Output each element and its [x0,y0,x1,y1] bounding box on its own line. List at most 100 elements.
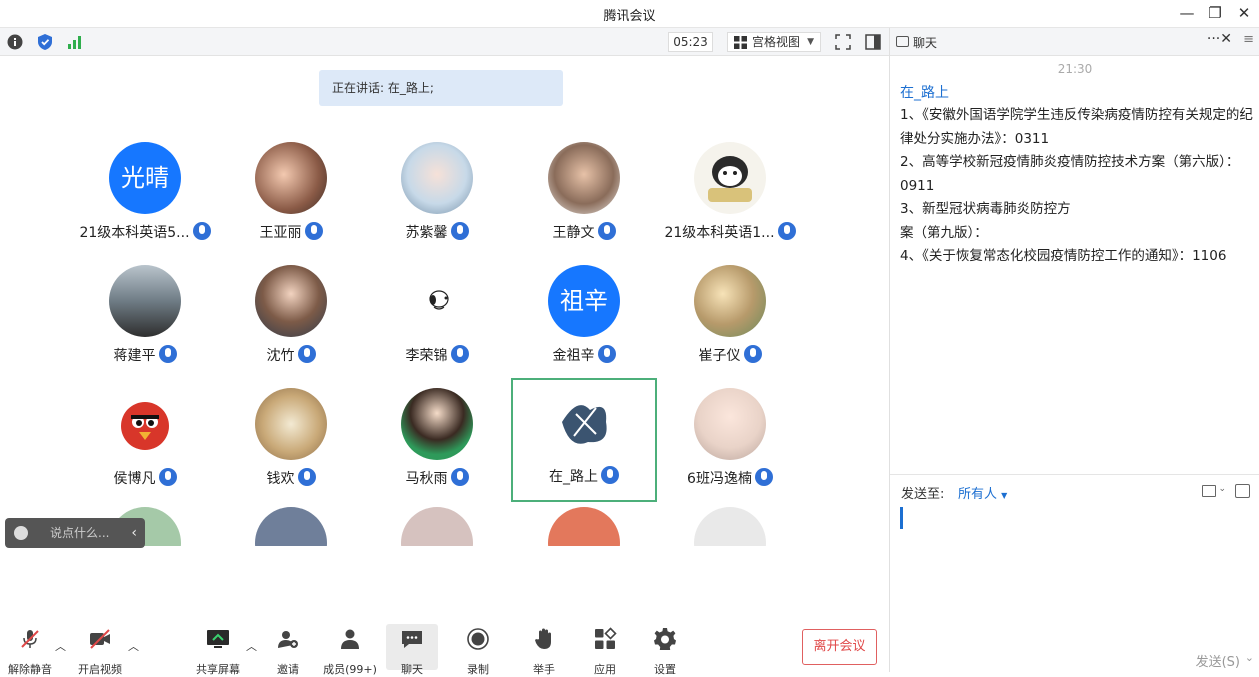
chevron-up-icon[interactable]: ︿ [128,638,139,654]
mic-icon [754,468,773,486]
chat-panel: 聊天 ···✕ ≡ 21:30 在_路上 1、《安徽外国语学院学生违反传染病疫情… [889,28,1259,672]
emoji-icon[interactable] [14,526,28,540]
mic-icon [450,345,469,363]
participant-tile[interactable]: 沈竹 [218,257,364,381]
raise-hand-button[interactable]: 举手 [514,624,574,676]
message-line: 2、高等学校新冠疫情肺炎疫情防控技术方案（第六版）：0911 [900,154,1240,194]
participant-tile[interactable]: 21级本科英语1... [657,134,803,258]
restore-button[interactable]: ❐ [1204,3,1226,23]
participant-name: 沈竹 [266,348,295,364]
message-timestamp: 21:30 [1057,62,1093,76]
avatar [401,142,473,214]
minimize-button[interactable]: — [1176,3,1198,23]
menu-icon[interactable]: ≡ [1243,32,1254,47]
mic-icon [777,222,796,240]
send-button[interactable]: 发送(S) [1196,651,1240,670]
mic-icon [597,222,616,240]
participant-name: 崔子仪 [698,348,741,364]
message-input[interactable] [900,507,903,529]
chat-compose: 发送至: 所有人 ▼ ⌄ 发送(S) ⌄ [890,474,1259,672]
info-icon[interactable] [6,33,24,51]
chat-title: 聊天 [913,36,938,50]
gear-icon [654,628,676,650]
screenshot-icon[interactable] [1235,484,1250,498]
share-screen-label: 共享屏幕 [196,663,240,676]
participant-tile[interactable]: 蒋建平 [72,257,218,381]
apps-icon [595,627,617,649]
chevron-down-icon[interactable]: ⌄ [1245,651,1254,664]
chevron-left-icon[interactable]: ‹ [131,518,137,548]
fullscreen-icon[interactable] [834,33,852,51]
share-screen-icon [207,630,229,648]
mic-muted-icon [21,630,39,648]
record-button[interactable]: 录制 [448,624,508,676]
shield-icon[interactable] [36,33,54,51]
signal-icon[interactable] [66,33,84,51]
mic-icon [192,222,211,240]
participant-name: 马秋雨 [405,471,448,487]
participant-tile[interactable]: 光晴 21级本科英语5... [72,134,218,258]
more-icon[interactable]: ···✕ [1207,31,1232,47]
control-bar: 解除静音 ︿ 开启视频 ︿ 共享屏幕 ︿ 邀请 成员(99+) 聊天 录制 举手… [0,620,889,676]
record-label: 录制 [467,663,489,676]
members-button[interactable]: 成员(99+) [320,624,380,676]
participant-name: 王亚丽 [259,225,302,241]
avatar [694,265,766,337]
settings-label: 设置 [654,663,676,676]
avatar [401,265,473,337]
participant-name: 金祖辛 [552,348,595,364]
avatar [548,507,620,546]
window-title: 腾讯会议 [603,9,656,24]
chevron-up-icon[interactable]: ︿ [246,638,257,654]
participant-tile[interactable]: 苏紫馨 [364,134,510,258]
chevron-up-icon[interactable]: ︿ [55,638,66,654]
add-user-icon [278,631,298,648]
participant-tile[interactable]: 侯博凡 [72,380,218,504]
unmute-button[interactable]: 解除静音 [0,624,60,676]
file-icon[interactable] [1202,485,1216,497]
mic-icon [450,468,469,486]
meeting-timer: 05:23 [668,32,713,52]
participant-tile[interactable]: 崔子仪 [657,257,803,381]
participant-name: 21级本科英语1... [664,225,775,241]
chat-header: 聊天 ···✕ ≡ [890,28,1259,56]
mic-icon [297,468,316,486]
avatar: 光晴 [109,142,181,214]
settings-button[interactable]: 设置 [635,624,695,676]
artwork-icon [562,405,607,444]
apps-button[interactable]: 应用 [575,624,635,676]
mic-icon [743,345,762,363]
participant-tile[interactable]: 王静文 [511,134,657,258]
chevron-down-icon[interactable]: ⌄ [1218,484,1226,494]
participant-tile[interactable]: 6班冯逸楠 [657,380,803,504]
raise-hand-label: 举手 [533,663,555,676]
participant-name: 6班冯逸楠 [687,471,752,487]
participant-tile[interactable]: 祖辛 金祖辛 [511,257,657,381]
participant-name: 在_路上 [549,469,598,485]
participant-name: 王静文 [552,225,595,241]
mic-icon [297,345,316,363]
participant-tile[interactable]: 王亚丽 [218,134,364,258]
leave-meeting-button[interactable]: 离开会议 [802,629,877,665]
mic-icon [450,222,469,240]
chat-button[interactable]: 聊天 [386,624,438,676]
message-line: 1、《安徽外国语学院学生违反传染病疫情防控有关规定的纪律处分实施办法》：0311 [900,107,1253,147]
sidebar-toggle-icon[interactable] [864,33,882,51]
penguin-icon [708,156,752,202]
chat-label: 聊天 [401,663,423,676]
avatar [255,265,327,337]
participant-tile[interactable]: 钱欢 [218,380,364,504]
mic-icon [597,345,616,363]
recipient-dropdown[interactable]: 所有人 ▼ [958,483,1007,502]
quick-chat-input[interactable]: 说点什么... ‹ [5,518,145,548]
participant-tile[interactable]: 李荣锦 [364,257,510,381]
start-video-button[interactable]: 开启视频 [70,624,130,676]
participant-tile-active[interactable]: 在_路上 [511,378,657,502]
participant-name: 李荣锦 [405,348,448,364]
close-button[interactable]: ✕ [1233,3,1255,23]
view-mode-dropdown[interactable]: 宫格视图 ▼ [727,32,821,52]
video-grid: 正在讲话: 在_路上; 光晴 21级本科英语5... 王亚丽 苏紫馨 王静文 2… [0,56,889,546]
invite-button[interactable]: 邀请 [258,624,318,676]
participant-tile[interactable]: 马秋雨 [364,380,510,504]
share-screen-button[interactable]: 共享屏幕 [188,624,248,676]
